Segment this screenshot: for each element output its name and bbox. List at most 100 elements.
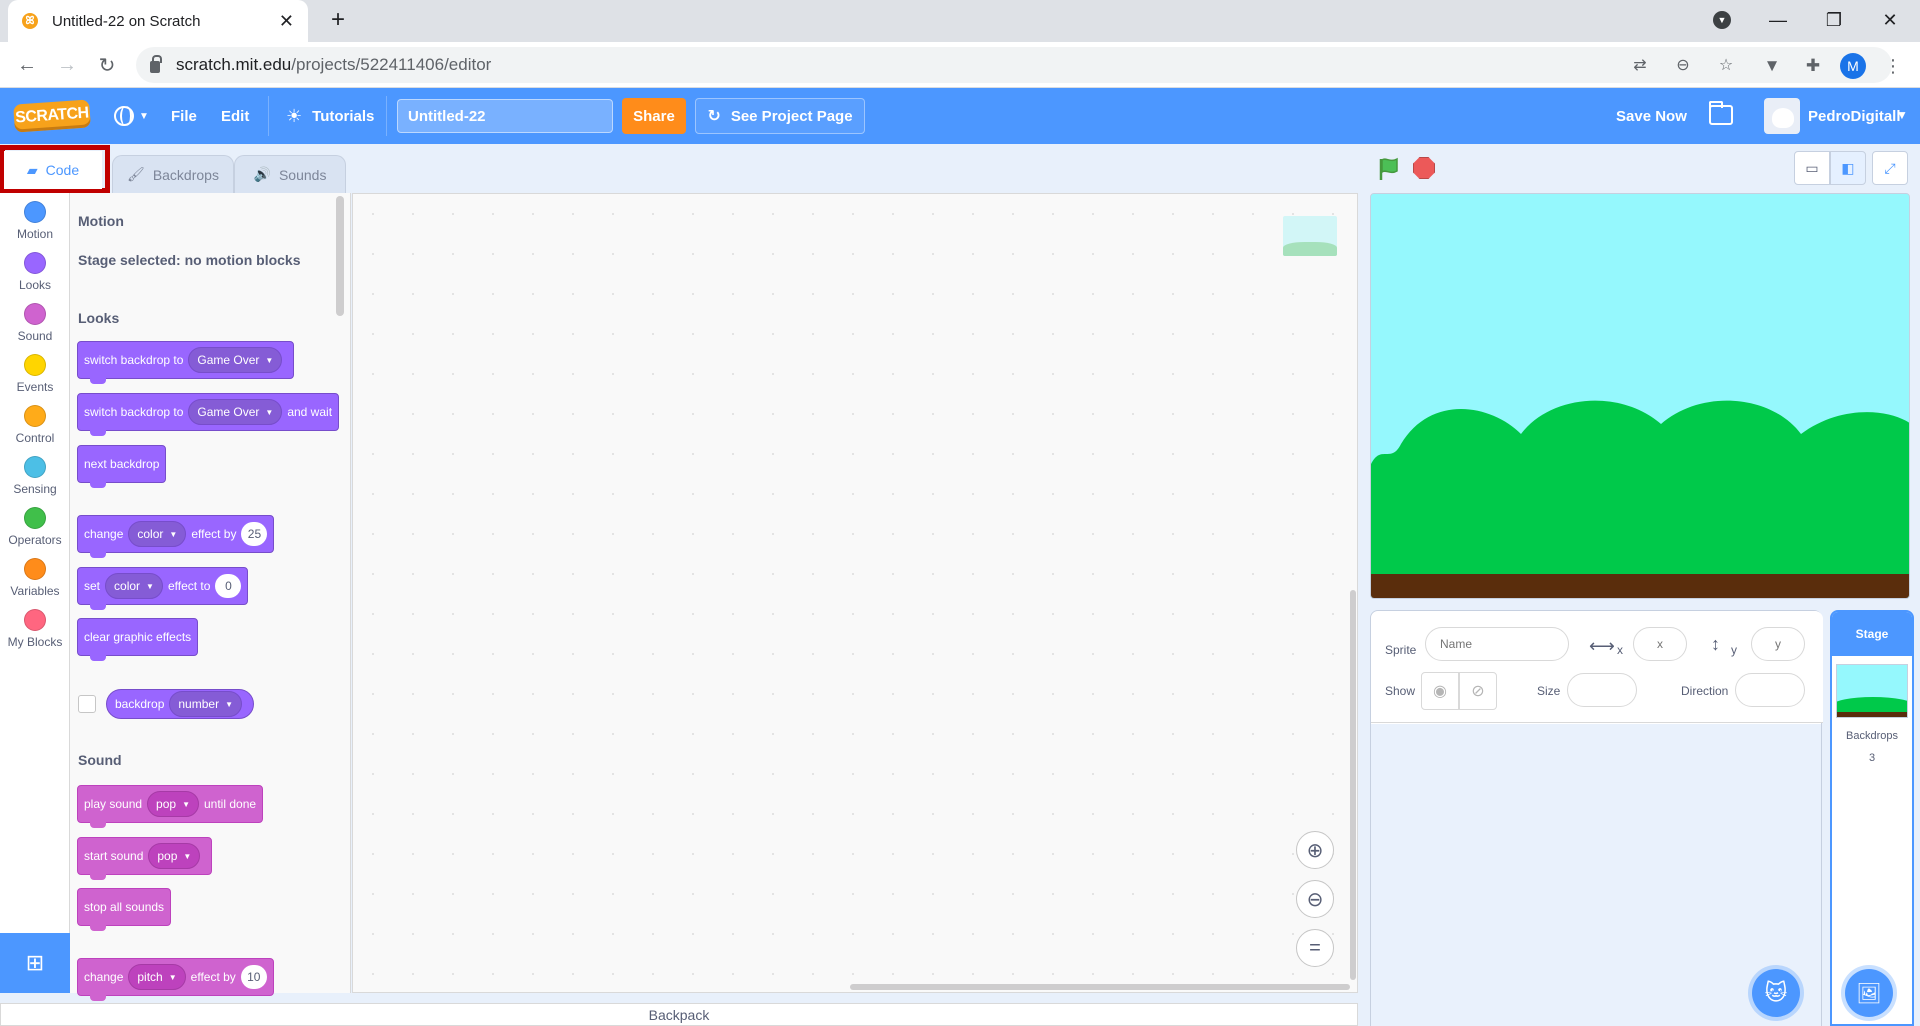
sprite-name-input[interactable] [1425,627,1569,661]
size-input[interactable] [1567,673,1637,707]
see-project-page-button[interactable]: ↻ See Project Page [695,98,865,134]
sound-dropdown[interactable]: pop ▼ [147,791,199,817]
category-variables[interactable]: Variables [0,558,70,608]
stage-target-pane[interactable]: Stage Backdrops 3 [1830,610,1914,1026]
workspace-horizontal-scrollbar[interactable] [850,984,1350,990]
backpack-bar[interactable]: Backpack [0,1003,1358,1026]
zoom-reset-button[interactable]: = [1296,929,1334,967]
green-flag-icon[interactable] [1376,156,1402,182]
block-start-sound[interactable]: start sound pop ▼ [77,837,213,880]
sprite-list-area[interactable] [1371,724,1821,1026]
new-tab-button[interactable]: + [324,6,352,34]
block-text: start sound [84,849,144,863]
category-events[interactable]: Events [0,354,70,404]
category-label: Events [16,380,54,394]
stage-backdrop-thumbnail[interactable] [1836,664,1908,718]
direction-input[interactable] [1735,673,1805,707]
address-bar[interactable]: scratch.mit.edu/projects/522411406/edito… [136,47,1892,83]
backdrop-attr-dropdown[interactable]: number ▼ [169,691,242,717]
small-stage-button[interactable]: ▭ [1794,151,1830,185]
category-motion[interactable]: Motion [0,201,70,251]
extension-icon[interactable]: ▼ [1759,53,1785,79]
full-screen-button[interactable]: ⤢ [1872,151,1908,185]
browser-tab[interactable]: ꕤ Untitled-22 on Scratch ✕ [8,0,308,42]
normal-stage-button[interactable]: ◧ [1830,151,1866,185]
category-looks[interactable]: Looks [0,252,70,302]
variables-dot-icon [24,558,46,580]
puzzle-extensions-icon[interactable]: ✚ [1800,53,1826,79]
show-sprite-button[interactable]: ◉ [1421,672,1459,710]
scratch-favicon-icon: ꕤ [22,13,38,29]
pitch-amount-input[interactable]: 10 [240,965,267,989]
effect-value-input[interactable]: 0 [215,574,242,598]
x-position-input[interactable] [1633,627,1687,661]
category-operators[interactable]: Operators [0,507,70,557]
minimize-button[interactable]: — [1758,4,1798,36]
zoom-in-button[interactable]: ⊕ [1296,831,1334,869]
palette-scrollbar[interactable] [336,196,344,316]
translate-icon[interactable]: ⇄ [1628,53,1652,77]
effect-amount-input[interactable]: 25 [241,522,268,546]
backdrop-dropdown[interactable]: Game Over ▼ [188,347,283,373]
backdrop-dropdown[interactable]: Game Over ▼ [188,399,283,425]
user-avatar[interactable] [1764,98,1800,134]
script-workspace[interactable] [352,193,1358,993]
close-window-button[interactable]: ✕ [1870,4,1910,36]
effect-dropdown[interactable]: color ▼ [128,521,187,547]
close-tab-icon[interactable]: ✕ [279,11,294,32]
block-change-effect[interactable]: change color ▼ effect by 25 [77,515,275,558]
block-stop-all-sounds[interactable]: stop all sounds [77,888,172,931]
tutorials-button[interactable]: ☀ Tutorials [286,88,374,144]
stop-icon[interactable] [1413,157,1435,179]
zoom-icon[interactable]: ⊖ [1671,53,1695,77]
category-my-blocks[interactable]: My Blocks [0,609,70,659]
bookmark-star-icon[interactable]: ☆ [1714,53,1738,77]
block-clear-graphic-effects[interactable]: clear graphic effects [77,618,199,661]
backdrop-reporter-checkbox[interactable] [78,695,96,713]
effect-dropdown[interactable]: color ▼ [105,573,163,599]
forward-button[interactable]: → [52,50,82,80]
more-options-icon[interactable]: ⋮ [1880,53,1906,79]
tab-code[interactable]: ▰ Code [4,151,102,189]
project-title-input[interactable] [397,99,613,133]
reload-button[interactable]: ↻ [92,50,122,80]
choose-sprite-button[interactable]: 🐱 [1752,969,1800,1017]
block-play-sound-until-done[interactable]: play sound pop ▼ until done [77,785,264,828]
sound-dropdown[interactable]: pop ▼ [148,843,201,869]
block-switch-backdrop[interactable]: switch backdrop to Game Over ▼ [77,341,295,384]
see-project-page-label: See Project Page [730,107,853,125]
back-button[interactable]: ← [12,50,42,80]
scratch-logo[interactable]: SCRATCH [13,99,91,133]
folder-icon[interactable] [1709,101,1733,125]
save-now-button[interactable]: Save Now [1616,88,1687,144]
sound-effect-dropdown[interactable]: pitch ▼ [128,964,186,990]
category-sound[interactable]: Sound [0,303,70,353]
category-control[interactable]: Control [0,405,70,455]
share-button[interactable]: Share [622,98,686,134]
caret-down-icon[interactable]: ▼ [1896,108,1908,122]
edit-menu[interactable]: Edit [221,88,249,144]
dropdown-value: number [178,697,220,711]
hide-sprite-button[interactable]: ⊘ [1459,672,1497,710]
y-position-input[interactable] [1751,627,1805,661]
block-switch-backdrop-and-wait[interactable]: switch backdrop to Game Over ▼ and wait [77,393,340,436]
dropdown-value: pop [157,849,178,863]
language-menu[interactable]: ▼ [114,88,149,144]
restore-button[interactable]: ❐ [1814,4,1854,36]
username[interactable]: PedroDigitall [1808,88,1901,144]
workspace-vertical-scrollbar[interactable] [1350,590,1356,980]
zoom-out-button[interactable]: ⊖ [1296,880,1334,918]
block-backdrop-reporter[interactable]: backdrop number ▼ [106,689,254,719]
profile-avatar[interactable]: M [1840,53,1866,79]
tab-sounds[interactable]: 🔊 Sounds [234,155,346,193]
block-change-pitch-effect[interactable]: change pitch ▼ effect by 10 [77,958,274,1001]
tab-backdrops[interactable]: 🖌 Backdrops [112,155,234,193]
block-next-backdrop[interactable]: next backdrop [77,445,167,488]
add-extension-button[interactable]: ⊞ [0,933,70,993]
category-sensing[interactable]: Sensing [0,456,70,506]
block-set-effect[interactable]: set color ▼ effect to 0 [77,567,249,610]
tab-search-button[interactable]: ▼ [1702,4,1742,36]
choose-backdrop-button[interactable]: 🖼 [1845,969,1893,1017]
stage-canvas[interactable] [1370,193,1910,599]
file-menu[interactable]: File [171,88,197,144]
